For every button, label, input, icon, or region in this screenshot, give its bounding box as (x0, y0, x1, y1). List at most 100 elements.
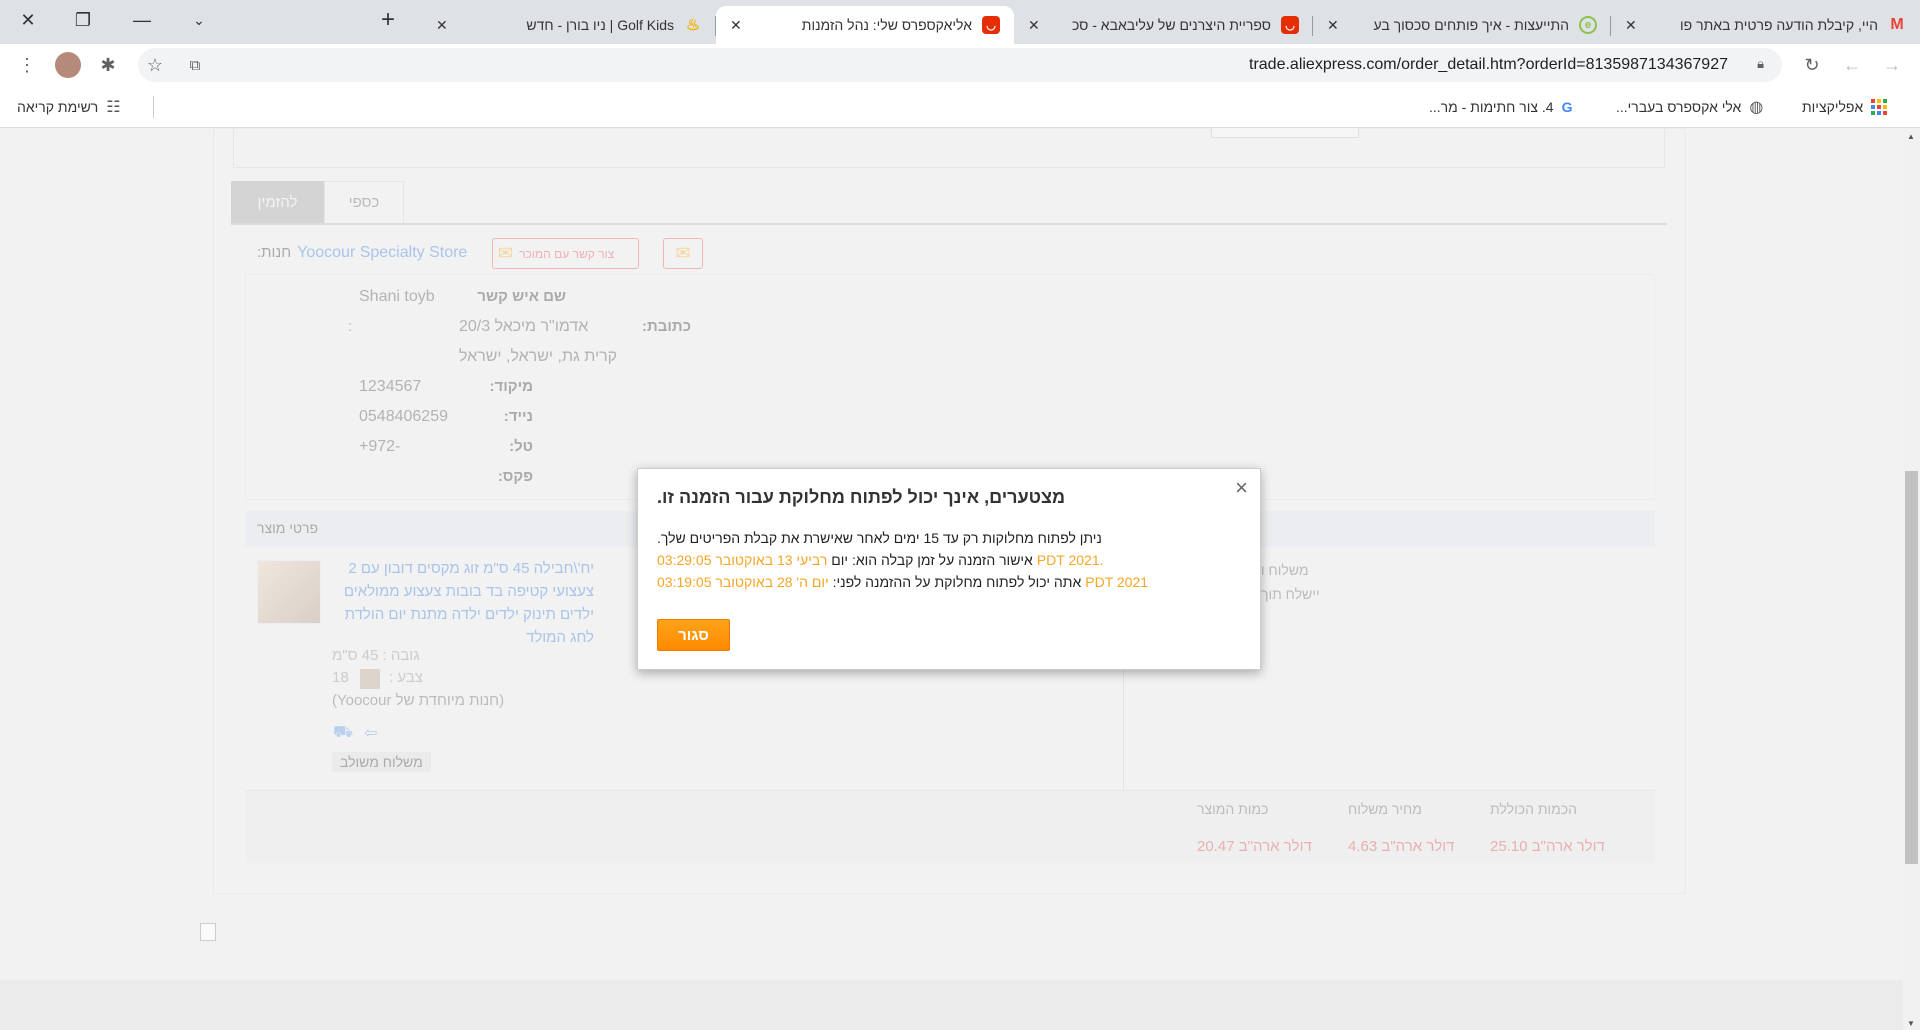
product-thumbnail[interactable] (257, 560, 321, 624)
reading-list[interactable]: רשימת קריאה ☷ (17, 86, 121, 128)
avatar[interactable] (55, 52, 81, 78)
tab-search-chevron-icon[interactable]: ⌄ (176, 0, 222, 40)
mobile-value: 0548406259 (359, 408, 448, 425)
zip-label: מיקוד: (489, 378, 533, 395)
address-line2: קרית גת, ישראל, ישראל (459, 348, 618, 365)
tab-title: Golf Kids | ניו בורן - חדש (526, 17, 674, 33)
gmail-icon: M (1890, 16, 1904, 33)
dialog-line1: ניתן לפתוח מחלוקות רק עד 15 ימים לאחר שא… (657, 530, 1102, 546)
title-line: ילדים תינוק ילדים ילדה מתנת יום הולדת (344, 606, 594, 623)
product-height: גובה : 45 ס"מ (332, 647, 420, 664)
color-swatch (360, 669, 380, 689)
footer (0, 980, 1903, 1030)
line3-text: אתה יכול לפתוח מחלוקת על ההזמנה לפני: (832, 574, 1082, 590)
bookmark-apps[interactable]: אפליקציות (1802, 86, 1888, 128)
back-arrow-icon[interactable]: ← (1835, 48, 1869, 82)
bookmark-label: אלי אקספרס בעברי... (1616, 99, 1742, 115)
shipping-time: יישלח תוך (1261, 586, 1320, 602)
tab-title: ספריית היצרנים של עליבאבא - סכ (1071, 17, 1271, 33)
reading-list-label: רשימת קריאה (17, 99, 99, 115)
close-window-icon[interactable]: ✕ (5, 0, 51, 40)
tab-title: אליאקספרס שלי: נהל הזמנות (801, 17, 972, 33)
globe-icon: ◍ (1749, 99, 1764, 116)
shipping-method: משלוח ו (1261, 562, 1309, 578)
bookmark-star-icon[interactable]: ☆ (138, 48, 172, 82)
forward-arrow-icon[interactable]: → (1875, 48, 1909, 82)
new-tab-button[interactable]: + (365, 0, 411, 40)
tab-title: התייעצות - איך פותחים סכסוך בע (1373, 17, 1570, 33)
top-action-button[interactable] (1211, 128, 1359, 138)
shipping-truck-icon[interactable]: ⛟ (333, 723, 353, 743)
receipt-timezone: PDT 2021. (1036, 552, 1104, 568)
combined-shipping-tag: משלוח משולב (332, 752, 431, 772)
close-icon[interactable]: × (1235, 475, 1248, 501)
tab-bar: ✕ ❐ — ⌄ + ✕ Golf Kids | ניו בורן - חדש ♨… (0, 0, 1920, 44)
scroll-down-arrow-icon[interactable]: ▼ (1907, 1019, 1915, 1028)
close-button[interactable]: סגור (657, 619, 730, 651)
address-bar[interactable]: ☆ ⧉ trade.aliexpress.com/order_detail.ht… (138, 48, 1782, 82)
contact-label: שם איש קשר (477, 288, 566, 305)
product-title-link[interactable]: יח'\חבילה 45 ס"מ זוג מקסים דובון עם 2 צע… (334, 557, 594, 649)
reload-icon[interactable]: ↻ (1795, 48, 1829, 82)
tab-order[interactable]: להזמין (231, 181, 324, 224)
address-line1: אדמו"ר מיכאל 20/3 (459, 318, 589, 335)
lock-icon[interactable]: 🔒︎ (1757, 56, 1764, 72)
store-link[interactable]: Yoocour Specialty Store (297, 244, 467, 262)
product-amount-label: כמות המוצר (1197, 801, 1269, 817)
contact-seller-label: צור קשר עם המוכר (519, 246, 615, 261)
shipping-price-value: דולר ארה"ב 4.63 (1348, 838, 1455, 855)
store-row: חנות: Yoocour Specialty Store (257, 244, 467, 262)
dialog-title: מצטערים, אינך יכול לפתוח מחלוקת עבור הזמ… (657, 487, 1066, 507)
menu-dots-icon[interactable]: ⋮ (10, 48, 44, 82)
tab-financial[interactable]: כספי (324, 181, 404, 224)
browser-toolbar: ⋮ ✱ ☆ ⧉ trade.aliexpress.com/order_detai… (0, 44, 1920, 86)
contact-seller-button[interactable]: ✉ צור קשר עם המוכר (492, 238, 639, 269)
tab-aliexpress-orders[interactable]: ✕ אליאקספרס שלי: נהל הזמנות ◡ (716, 6, 1014, 44)
phone-label: טל: (509, 438, 533, 455)
tab-close-icon[interactable]: ✕ (730, 17, 742, 34)
line1-text: ניתן לפתוח מחלוקות רק עד 15 ימים לאחר שא… (657, 530, 1102, 546)
url-text[interactable]: trade.aliexpress.com/order_detail.htm?or… (1249, 56, 1728, 74)
tab-forum[interactable]: ✕ התייעצות - איך פותחים סכסוך בע e (1313, 6, 1611, 44)
receipt-date: רביעי 13 באוקטובר 03:29:05 (657, 552, 828, 568)
address-label: כתובת: (642, 318, 691, 335)
reading-list-icon: ☷ (106, 99, 121, 116)
broken-image-icon (200, 923, 216, 941)
tab-close-icon[interactable]: ✕ (1625, 17, 1637, 34)
return-box-icon[interactable]: ⇦ (364, 723, 377, 743)
translate-icon[interactable]: ⧉ (178, 48, 212, 82)
envelope-icon: ✉ (498, 243, 514, 263)
tab-gmail[interactable]: ✕ היי, קיבלת הודעה פרטית באתר פו M (1611, 6, 1920, 44)
dialog-line2: רביעי 13 באוקטובר 03:29:05 אישור הזמנה ע… (657, 552, 1104, 568)
dispute-error-dialog: × מצטערים, אינך יכול לפתוח מחלוקת עבור ה… (637, 468, 1261, 670)
divider (153, 96, 154, 118)
tab-title: היי, קיבלת הודעה פרטית באתר פו (1680, 17, 1878, 33)
store-label: חנות: (257, 244, 292, 261)
title-line: לחג המולד (526, 629, 594, 646)
tab-close-icon[interactable]: ✕ (1327, 17, 1339, 34)
contact-value: Shani toyb (359, 288, 435, 305)
message-envelope-button[interactable]: ✉ (663, 238, 703, 269)
product-color-label: צבע : (389, 669, 423, 686)
bookmark-aliexpress-hebrew[interactable]: אלי אקספרס בעברי... ◍ (1616, 86, 1763, 128)
tabs-underline (231, 223, 1667, 225)
product-amount-value: דולר ארה"ב 20.47 (1197, 838, 1312, 855)
order-top-card (233, 128, 1665, 168)
bookmark-signatures[interactable]: 4. צור חתימות - מר... G (1429, 86, 1572, 128)
colon: : (348, 318, 353, 335)
bookmark-label: אפליקציות (1802, 99, 1864, 115)
title-line: צעצועי קטיפה בד בובות צעצוע ממולאים (343, 583, 594, 600)
scroll-up-arrow-icon[interactable]: ▲ (1907, 132, 1915, 141)
title-line: יח'\חבילה 45 ס"מ זוג מקסים דובון עם 2 (348, 560, 594, 577)
tab-golf-kids[interactable]: ✕ Golf Kids | ניו בורן - חדש ♨ (422, 6, 716, 44)
tab-close-icon[interactable]: ✕ (436, 17, 448, 34)
tab-alibaba[interactable]: ✕ ספריית היצרנים של עליבאבא - סכ ◡ (1014, 6, 1313, 44)
tab-close-icon[interactable]: ✕ (1028, 17, 1040, 34)
aliexpress-icon: ◡ (1281, 16, 1299, 34)
extensions-puzzle-icon[interactable]: ✱ (91, 48, 125, 82)
zip-value: 1234567 (359, 378, 422, 395)
minimize-window-icon[interactable]: — (119, 0, 165, 40)
restore-window-icon[interactable]: ❐ (60, 0, 106, 40)
scrollbar-thumb[interactable] (1905, 471, 1918, 864)
fax-label: פקס: (497, 468, 533, 485)
